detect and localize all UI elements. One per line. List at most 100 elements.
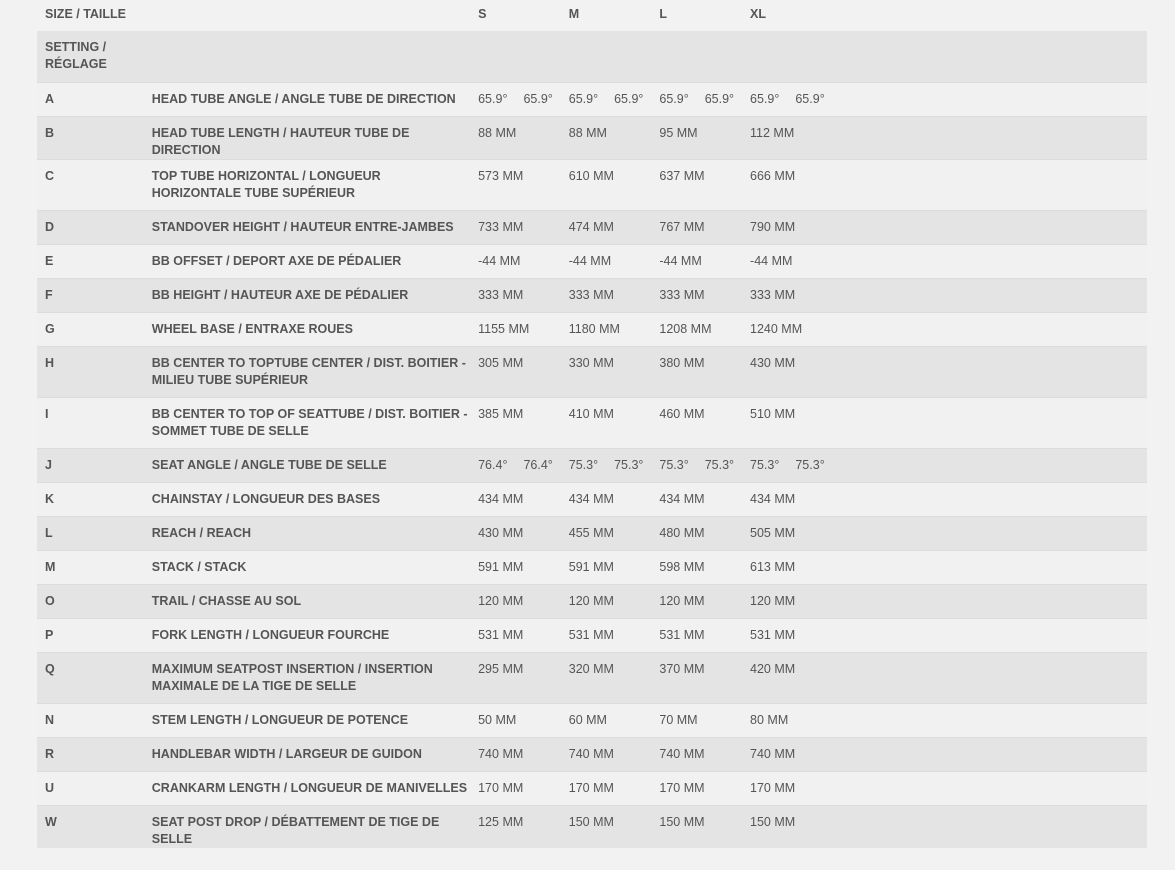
value-cell-m: 434 MM — [560, 481, 652, 516]
value-cell-m: 60 MM — [560, 702, 652, 737]
value-text: 790 MM — [750, 219, 796, 234]
row-measurement-name: CHAINSTAY / LONGUEUR DES BASES — [143, 481, 471, 516]
value-cell-l: 75.3° 75.3° — [651, 447, 743, 482]
value-cell-s: 385 MM — [470, 396, 561, 448]
value-text: 75.3° — [568, 457, 599, 472]
value-cell-xl: 80 MM — [742, 702, 1147, 737]
table-row: L REACH / REACH 430 MM 455 MM 480 MM 505 MM — [37, 515, 1147, 550]
value-cell-xl: 1240 MM — [742, 311, 1147, 346]
value-cell-l: 95 MM — [651, 115, 743, 159]
value-text: 740 MM — [568, 746, 614, 761]
value-text: 455 MM — [568, 525, 614, 540]
value-text: 120 MM — [568, 593, 614, 608]
value-cell-l: 370 MM — [651, 651, 743, 703]
value-cell-l: 65.9° 65.9° — [651, 81, 743, 116]
value-text: 531 MM — [659, 627, 705, 642]
row-code: C — [37, 158, 144, 210]
row-measurement-name: CRANKARM LENGTH / LONGUEUR DE MANIVELLES — [143, 770, 471, 805]
row-measurement-name: WHEEL BASE / ENTRAXE ROUES — [143, 311, 471, 346]
row-code: J — [37, 447, 144, 482]
row-code: K — [37, 481, 144, 516]
value-cell-l: 150 MM — [651, 804, 743, 848]
value-cell-xl: 740 MM — [742, 736, 1147, 771]
value-cell-l: 460 MM — [651, 396, 743, 448]
value-cell-m: 330 MM — [560, 345, 652, 397]
row-code: E — [37, 243, 144, 278]
row-code: U — [37, 770, 144, 805]
table-row: C TOP TUBE HORIZONTAL / LONGUEUR HORIZONT… — [37, 158, 1147, 210]
row-code: L — [37, 515, 144, 550]
value-text: 112 MM — [750, 125, 795, 140]
value-cell-xl: 531 MM — [742, 617, 1147, 652]
row-measurement-name: HEAD TUBE LENGTH / HAUTEUR TUBE DE DIREC… — [143, 115, 471, 159]
value-text: 150 MM — [568, 814, 614, 829]
value-text: 120 MM — [750, 593, 796, 608]
value-cell-l: 70 MM — [651, 702, 743, 737]
value-text: -44 MM — [659, 253, 702, 268]
table-row: B HEAD TUBE LENGTH / HAUTEUR TUBE DE DIRE… — [37, 115, 1147, 159]
value-cell-m: 333 MM — [560, 277, 652, 312]
value-cell-l: 767 MM — [651, 209, 743, 244]
value-cell-s: 170 MM — [470, 770, 561, 805]
row-measurement-name: TOP TUBE HORIZONTAL / LONGUEUR HORIZONTA… — [143, 158, 471, 210]
value-text: 610 MM — [568, 168, 614, 183]
row-code: N — [37, 702, 144, 737]
value-text: 170 MM — [568, 780, 614, 795]
value-text: 150 MM — [659, 814, 705, 829]
value-text: 767 MM — [659, 219, 705, 234]
value-cell-s: -44 MM — [470, 243, 561, 278]
value-text: 410 MM — [568, 406, 614, 421]
value-cell-l: 480 MM — [651, 515, 743, 550]
value-cell-s: 531 MM — [470, 617, 561, 652]
value-text: -44 MM — [478, 253, 521, 268]
value-cell-s: 295 MM — [470, 651, 561, 703]
value-cell-s: 430 MM — [470, 515, 561, 550]
row-measurement-name: FORK LENGTH / LONGUEUR FOURCHE — [143, 617, 471, 652]
table-row: K CHAINSTAY / LONGUEUR DES BASES 434 MM 434… — [37, 481, 1147, 516]
value-text: 333 MM — [568, 287, 614, 302]
value-cell-xl: 613 MM — [742, 549, 1147, 584]
value-cell-l: 740 MM — [651, 736, 743, 771]
value-text: 333 MM — [478, 287, 524, 302]
table-row: G WHEEL BASE / ENTRAXE ROUES 1155 MM 1180 M… — [37, 311, 1147, 346]
value-cell-xl: 65.9° 65.9° — [742, 81, 1147, 116]
value-text: 170 MM — [478, 780, 524, 795]
value-cell-xl: 120 MM — [742, 583, 1147, 618]
row-code: F — [37, 277, 144, 312]
value-text: 531 MM — [478, 627, 524, 642]
value-cell-s: 740 MM — [470, 736, 561, 771]
value-text-alt: 65.9° — [614, 91, 644, 106]
table-row: J SEAT ANGLE / ANGLE TUBE DE SELLE 76.4° 76… — [37, 447, 1147, 482]
value-text: 88 MM — [568, 125, 607, 140]
value-text-alt: 76.4° — [523, 457, 553, 472]
value-cell-s: 591 MM — [470, 549, 561, 584]
value-text: 120 MM — [478, 593, 524, 608]
size-l-header: L — [659, 7, 668, 21]
value-cell-m: 320 MM — [560, 651, 652, 703]
setting-row: SETTING / RÉGLAGE — [37, 31, 1147, 82]
table-row: U CRANKARM LENGTH / LONGUEUR DE MANIVELLE… — [37, 770, 1147, 805]
value-text: 170 MM — [750, 780, 796, 795]
value-text: 80 MM — [750, 712, 789, 727]
value-cell-xl: 333 MM — [742, 277, 1147, 312]
value-cell-s: 125 MM — [470, 804, 561, 848]
value-text: 740 MM — [750, 746, 796, 761]
value-text: 474 MM — [568, 219, 614, 234]
value-cell-xl: 112 MM — [742, 115, 1147, 159]
value-text: 1240 MM — [750, 321, 803, 336]
value-text: 637 MM — [659, 168, 705, 183]
row-code: B — [37, 115, 144, 159]
row-measurement-name: MAXIMUM SEATPOST INSERTION / INSERTION M… — [143, 651, 471, 703]
table-row: A HEAD TUBE ANGLE / ANGLE TUBE DE DIRECTI… — [37, 81, 1147, 116]
value-text: 330 MM — [568, 355, 614, 370]
value-cell-m: 410 MM — [560, 396, 652, 448]
value-text: 531 MM — [750, 627, 796, 642]
row-measurement-name: HANDLEBAR WIDTH / LARGEUR DE GUIDON — [143, 736, 471, 771]
value-text: 305 MM — [478, 355, 524, 370]
value-text: 50 MM — [478, 712, 517, 727]
value-cell-l: 170 MM — [651, 770, 743, 805]
value-text: 380 MM — [659, 355, 705, 370]
size-s-header: S — [478, 7, 487, 21]
row-code: I — [37, 396, 144, 448]
value-cell-xl: 510 MM — [742, 396, 1147, 448]
